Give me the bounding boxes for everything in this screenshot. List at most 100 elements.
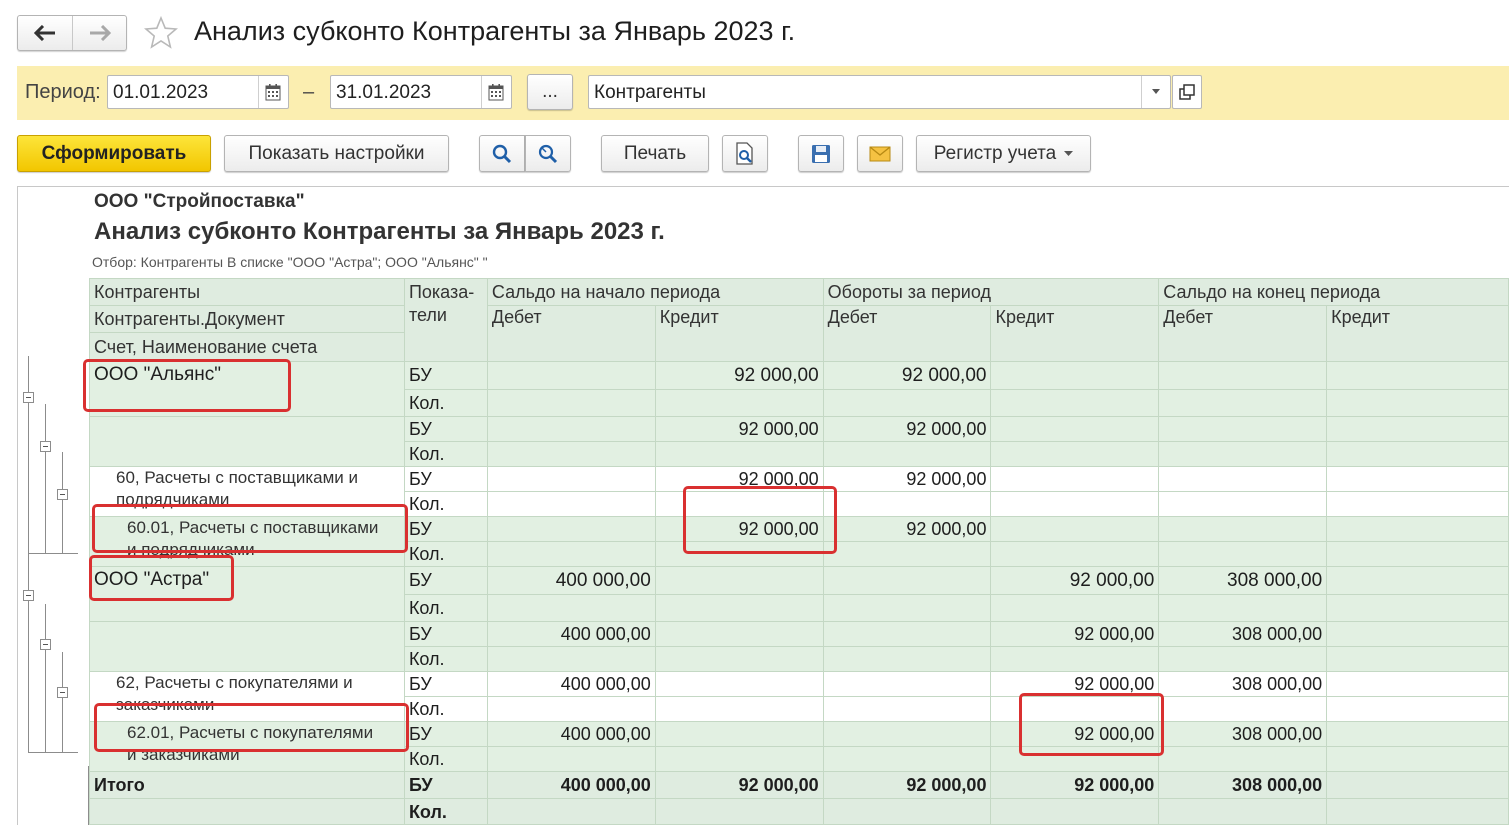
cell-qty [486, 441, 656, 467]
collapse-group-icon[interactable] [23, 590, 34, 601]
cell-closing-credit[interactable] [1326, 416, 1509, 442]
date-to-field[interactable]: 31.01.2023 [330, 75, 512, 109]
collapse-group-icon[interactable] [23, 392, 34, 403]
cell-opening-debit[interactable]: 400 000,00 [486, 671, 656, 697]
cell-closing-credit[interactable] [1326, 721, 1509, 747]
collapse-group-icon[interactable] [40, 639, 51, 650]
cell-qty [822, 441, 992, 467]
report-filter: Отбор: Контрагенты В списке "ООО "Астра"… [92, 254, 488, 270]
cell-turnover-debit[interactable] [822, 671, 992, 697]
total-turnover-debit: 92 000,00 [822, 771, 992, 799]
cell-qty [654, 746, 824, 772]
highlight-opening-credit [683, 486, 837, 554]
subconto-value: Контрагенты [594, 82, 706, 103]
cell-turnover-debit[interactable]: 92 000,00 [822, 361, 992, 390]
row-label[interactable] [89, 416, 405, 467]
accounting-register-button[interactable]: Регистр учета [916, 135, 1091, 172]
header-row-group-3: Счет, Наименование счета [89, 332, 405, 362]
cell-closing-credit[interactable] [1326, 361, 1509, 390]
cell-turnover-debit[interactable] [822, 721, 992, 747]
cell-turnover-debit[interactable]: 92 000,00 [822, 416, 992, 442]
cell-closing-credit[interactable] [1326, 466, 1509, 492]
cell-closing-debit[interactable] [1158, 416, 1328, 442]
print-button[interactable]: Печать [601, 135, 709, 172]
cell-closing-debit[interactable]: 308 000,00 [1158, 721, 1328, 747]
cell-qty [486, 389, 656, 417]
cell-turnover-credit[interactable] [990, 416, 1160, 442]
cell-qty [990, 646, 1160, 672]
calendar-icon[interactable] [488, 83, 504, 101]
cell-opening-credit[interactable] [654, 721, 824, 747]
report-row: БУ 92 000,00 92 000,00 [89, 416, 1509, 467]
cell-turnover-debit[interactable] [822, 566, 992, 595]
cell-opening-credit[interactable] [654, 621, 824, 647]
cell-opening-credit[interactable] [654, 671, 824, 697]
cell-opening-debit[interactable] [486, 516, 656, 542]
cell-closing-debit[interactable] [1158, 516, 1328, 542]
cell-closing-credit[interactable] [1326, 671, 1509, 697]
open-subconto-button[interactable] [1172, 75, 1202, 109]
cell-opening-debit[interactable]: 400 000,00 [486, 721, 656, 747]
cell-opening-debit[interactable]: 400 000,00 [486, 566, 656, 595]
cell-opening-debit[interactable] [486, 466, 656, 492]
cell-qty [654, 389, 824, 417]
forward-button[interactable] [73, 16, 127, 50]
chevron-down-icon [1064, 150, 1074, 156]
save-button[interactable] [798, 135, 844, 172]
cell-qty [990, 594, 1160, 622]
cell-closing-debit[interactable] [1158, 361, 1328, 390]
cell-qty [1158, 389, 1328, 417]
chevron-down-icon[interactable] [1151, 88, 1161, 96]
back-button[interactable] [18, 16, 73, 50]
show-settings-button[interactable]: Показать настройки [224, 135, 449, 172]
cell-turnover-debit[interactable]: 92 000,00 [822, 516, 992, 542]
cell-turnover-credit[interactable]: 92 000,00 [990, 566, 1160, 595]
highlight-account-6201 [94, 703, 409, 752]
print-preview-button[interactable] [722, 135, 768, 172]
favorite-star-icon[interactable] [143, 15, 179, 51]
cell-turnover-debit[interactable]: 92 000,00 [822, 466, 992, 492]
header-indicators-line2: тели [408, 305, 447, 325]
cell-closing-credit[interactable] [1326, 621, 1509, 647]
cell-closing-credit[interactable] [1326, 566, 1509, 595]
cell-opening-debit[interactable] [486, 361, 656, 390]
period-select-button[interactable]: ... [527, 74, 573, 110]
cell-closing-debit[interactable] [1158, 466, 1328, 492]
cell-turnover-credit[interactable] [990, 466, 1160, 492]
row-indicator-qty: Кол. [403, 646, 488, 672]
row-indicator-bu: БУ [403, 516, 488, 542]
subconto-select[interactable]: Контрагенты [588, 75, 1171, 109]
cell-qty [822, 696, 992, 722]
generate-button[interactable]: Сформировать [17, 135, 211, 172]
cell-opening-credit[interactable] [654, 566, 824, 595]
header-closing-debit: Дебет [1158, 305, 1328, 362]
search-button[interactable] [479, 135, 525, 172]
date-from-field[interactable]: 01.01.2023 [107, 75, 289, 109]
cell-opening-credit[interactable]: 92 000,00 [654, 416, 824, 442]
cell-turnover-credit[interactable]: 92 000,00 [990, 621, 1160, 647]
cell-opening-credit[interactable]: 92 000,00 [654, 361, 824, 390]
send-email-button[interactable] [857, 135, 903, 172]
row-label[interactable] [89, 621, 405, 672]
cell-turnover-credit[interactable] [990, 361, 1160, 390]
total-opening-debit: 400 000,00 [486, 771, 656, 799]
cell-closing-debit[interactable]: 308 000,00 [1158, 621, 1328, 647]
cell-closing-credit[interactable] [1326, 516, 1509, 542]
cell-closing-debit[interactable]: 308 000,00 [1158, 671, 1328, 697]
cell-turnover-debit[interactable] [822, 621, 992, 647]
collapse-group-icon[interactable] [57, 489, 68, 500]
cell-turnover-credit[interactable] [990, 516, 1160, 542]
grouping-tree [17, 356, 89, 825]
collapse-group-icon[interactable] [40, 441, 51, 452]
cell-qty [654, 594, 824, 622]
cell-qty [822, 389, 992, 417]
cell-closing-debit[interactable]: 308 000,00 [1158, 566, 1328, 595]
collapse-group-icon[interactable] [57, 687, 68, 698]
cell-qty [1158, 696, 1328, 722]
cell-opening-debit[interactable]: 400 000,00 [486, 621, 656, 647]
calendar-icon[interactable] [265, 83, 281, 101]
cell-opening-debit[interactable] [486, 416, 656, 442]
arrow-right-icon [90, 25, 111, 41]
search-refresh-button[interactable] [525, 135, 571, 172]
header-opening-credit: Кредит [654, 305, 824, 362]
